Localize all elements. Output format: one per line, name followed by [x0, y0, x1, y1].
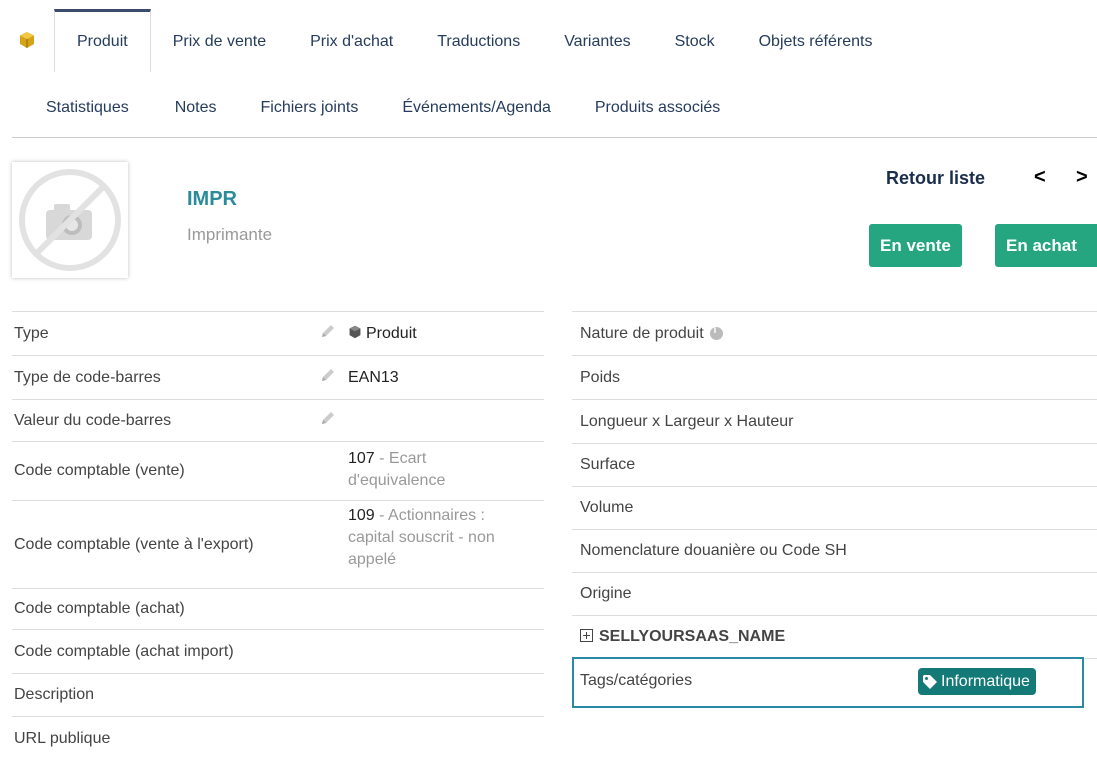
field-row-acct-export: Code comptable (vente à l'export) 109 - …: [12, 500, 544, 588]
acct-export-label: Code comptable (vente à l'export): [14, 535, 254, 553]
field-row-weight: Poids: [572, 355, 1097, 399]
tab-evenements-agenda[interactable]: Événements/Agenda: [380, 78, 573, 138]
field-row-volume: Volume: [572, 486, 1097, 529]
tab-objets-referents[interactable]: Objets référents: [737, 12, 895, 72]
info-icon[interactable]: [709, 325, 723, 340]
acct-sell-value: 107 - Ecart d'equivalence: [348, 448, 445, 492]
field-row-origin: Origine: [572, 572, 1097, 615]
field-row-description: Description: [12, 673, 544, 716]
edit-pencil-icon[interactable]: [320, 410, 336, 431]
tab-produits-associes[interactable]: Produits associés: [573, 78, 742, 138]
back-to-list-link[interactable]: Retour liste: [886, 168, 985, 189]
tabs-row-1: Produit Prix de vente Prix d'achat Tradu…: [12, 9, 1097, 72]
acct-desc-3: appelé: [348, 551, 397, 568]
edit-pencil-icon[interactable]: [320, 367, 336, 388]
edit-pencil-icon[interactable]: [320, 323, 336, 344]
acct-buy-label: Code comptable (achat): [14, 600, 185, 617]
tab-statistiques[interactable]: Statistiques: [36, 78, 153, 138]
tabs-divider: [12, 137, 1097, 138]
product-cube-icon: [349, 325, 361, 338]
acct-desc-2: d'equivalence: [348, 472, 446, 489]
acct-export-value: 109 - Actionnaires : capital souscrit - …: [348, 505, 495, 571]
extrafield-label-text: SELLYOURSAAS_NAME: [599, 628, 786, 645]
field-row-acct-import: Code comptable (achat import): [12, 629, 544, 673]
barcode-type-value: EAN13: [348, 368, 399, 386]
field-row-nature: Nature de produit: [572, 311, 1097, 355]
tab-fichiers-joints[interactable]: Fichiers joints: [239, 78, 381, 138]
customs-label: Nomenclature douanière ou Code SH: [580, 542, 847, 559]
tab-notes[interactable]: Notes: [153, 78, 239, 138]
description-label: Description: [14, 686, 95, 703]
volume-label: Volume: [580, 499, 634, 516]
product-cube-icon: [12, 31, 54, 54]
right-fields-table: Nature de produit Poids Longueur x Large…: [572, 311, 1097, 703]
tab-variantes[interactable]: Variantes: [542, 12, 652, 72]
no-photo-icon: [19, 169, 121, 271]
tab-produit[interactable]: Produit: [54, 9, 151, 72]
extrafield-label[interactable]: SELLYOURSAAS_NAME: [572, 628, 785, 646]
on-sale-button[interactable]: En vente: [869, 224, 962, 267]
field-row-dimensions: Longueur x Largeur x Hauteur: [572, 399, 1097, 443]
acct-code: 109: [348, 507, 375, 524]
expand-plus-icon[interactable]: [580, 629, 593, 642]
public-url-label: URL publique: [14, 730, 111, 747]
field-row-surface: Surface: [572, 443, 1097, 486]
acct-code: 107: [348, 450, 375, 467]
acct-desc-1: - Ecart: [374, 450, 427, 467]
type-label: Type: [14, 324, 49, 342]
left-fields-table: Type Produit Type de code-barres EAN13 V…: [12, 311, 544, 761]
nature-label: Nature de produit: [572, 325, 723, 343]
type-value-text: Produit: [366, 324, 417, 342]
barcode-type-label: Type de code-barres: [14, 368, 161, 386]
product-photo-placeholder[interactable]: [12, 162, 128, 278]
field-row-customs: Nomenclature douanière ou Code SH: [572, 529, 1097, 572]
next-record-arrow[interactable]: >: [1076, 166, 1088, 189]
weight-label: Poids: [580, 368, 621, 386]
tab-prix-de-vente[interactable]: Prix de vente: [151, 12, 288, 72]
field-row-extrafield[interactable]: SELLYOURSAAS_NAME: [572, 615, 1097, 658]
tag-icon: [923, 674, 937, 689]
surface-label: Surface: [580, 456, 636, 473]
tabs-row-2: Statistiques Notes Fichiers joints Événe…: [36, 78, 742, 138]
field-row-acct-buy: Code comptable (achat): [12, 588, 544, 629]
on-purchase-button[interactable]: En achat: [995, 224, 1097, 267]
acct-sell-label: Code comptable (vente): [14, 462, 185, 479]
field-row-public-url: URL publique: [12, 716, 544, 761]
type-value: Produit: [348, 323, 417, 345]
tab-stock[interactable]: Stock: [653, 12, 737, 72]
barcode-value-label: Valeur du code-barres: [14, 411, 172, 429]
product-label: Imprimante: [187, 225, 273, 244]
tab-traductions[interactable]: Traductions: [415, 12, 542, 72]
field-row-barcode-type: Type de code-barres EAN13: [12, 355, 544, 399]
tab-prix-d-achat[interactable]: Prix d'achat: [288, 12, 415, 72]
acct-desc-1: - Actionnaires :: [374, 507, 485, 524]
field-row-type: Type Produit: [12, 311, 544, 355]
category-tag-text: Informatique: [941, 672, 1030, 690]
previous-record-arrow[interactable]: <: [1034, 166, 1046, 189]
acct-desc-2: capital souscrit - non: [348, 529, 495, 546]
nature-label-text: Nature de produit: [580, 324, 704, 342]
acct-import-label: Code comptable (achat import): [14, 642, 234, 660]
category-tag[interactable]: Informatique: [918, 668, 1036, 695]
dimensions-label: Longueur x Largeur x Hauteur: [580, 412, 794, 430]
product-ref: IMPR: [187, 188, 237, 210]
field-row-acct-sell: Code comptable (vente) 107 - Ecart d'equ…: [12, 441, 544, 500]
field-row-barcode-value: Valeur du code-barres: [12, 399, 544, 441]
origin-label: Origine: [580, 585, 632, 602]
